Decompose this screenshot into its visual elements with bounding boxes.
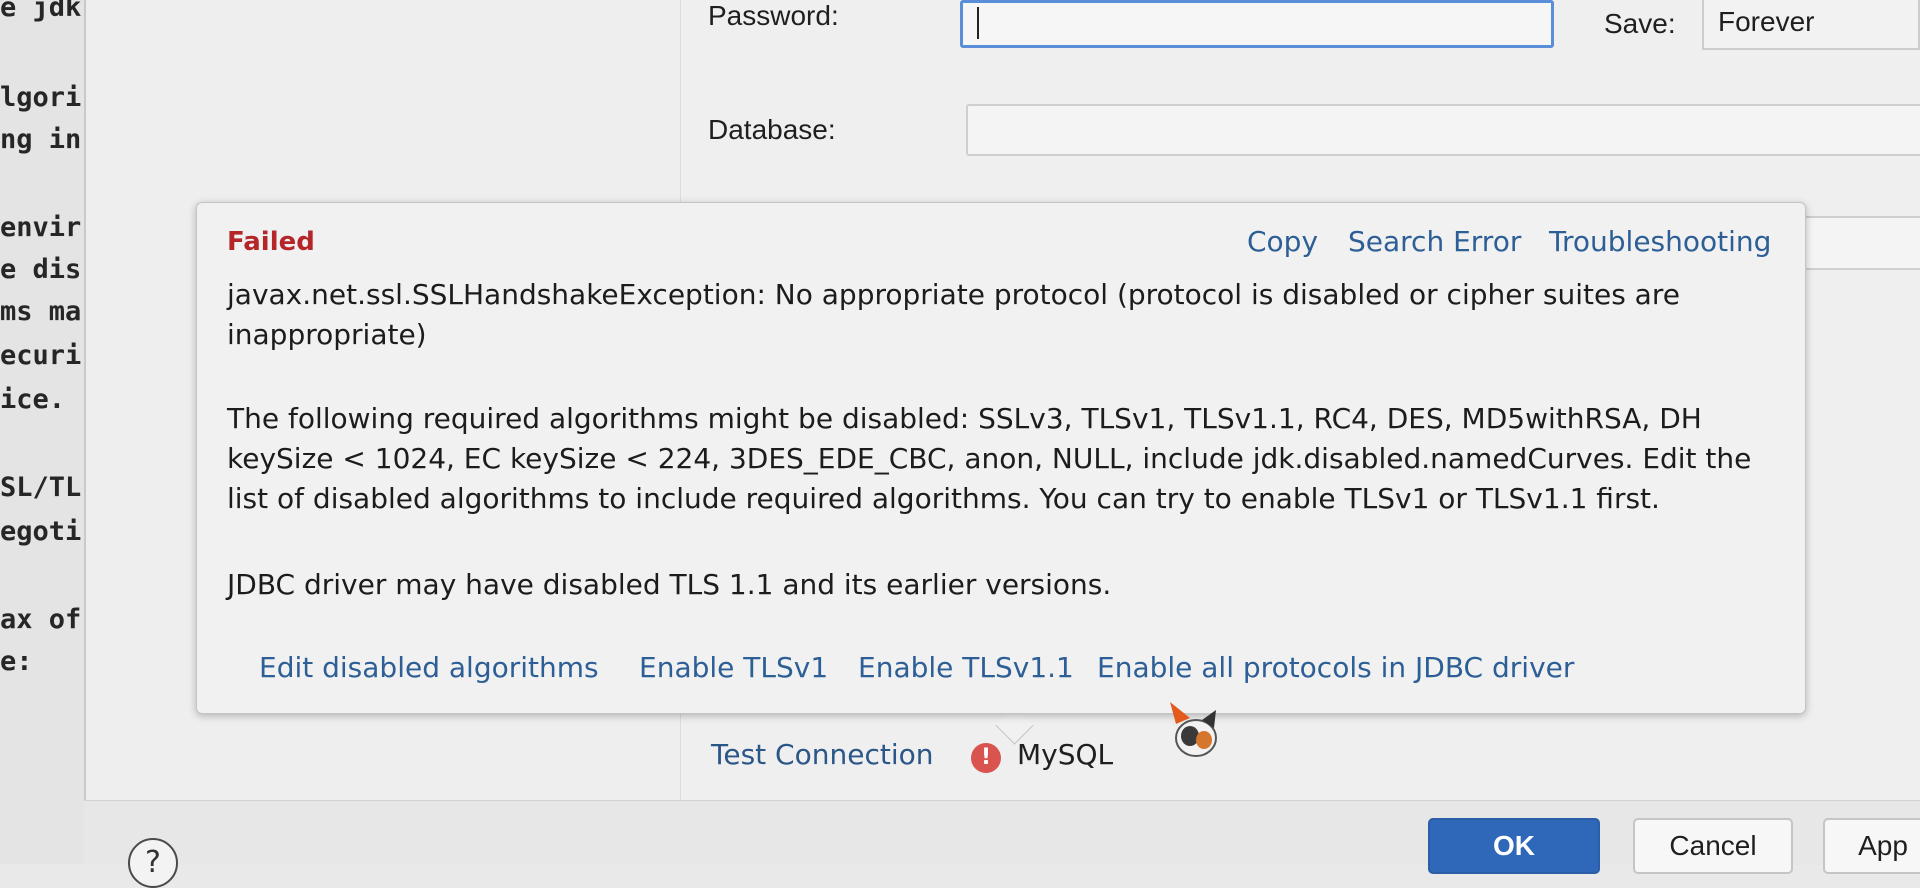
code-line: e jdk (0, 0, 82, 23)
troubleshooting-link[interactable]: Troubleshooting (1549, 225, 1771, 258)
edit-disabled-algorithms-link[interactable]: Edit disabled algorithms (259, 651, 599, 684)
copy-link[interactable]: Copy (1247, 225, 1318, 258)
error-popup: Failed Copy Search Error Troubleshooting… (196, 202, 1806, 714)
url-field[interactable] (1790, 216, 1920, 270)
failed-title: Failed (227, 227, 315, 257)
apply-button[interactable]: App (1823, 818, 1920, 874)
code-line: ng in (0, 124, 82, 155)
error-icon: ! (971, 743, 1001, 773)
exception-message: javax.net.ssl.SSLHandshakeException: No … (227, 278, 1680, 351)
cat-cursor-icon (1170, 702, 1217, 757)
code-line: egoti (0, 516, 82, 547)
code-line: lgori (0, 82, 82, 113)
cancel-button[interactable]: Cancel (1633, 818, 1793, 874)
database-field[interactable] (966, 104, 1920, 156)
driver-label: MySQL (1017, 738, 1114, 771)
ok-button[interactable]: OK (1428, 818, 1600, 874)
password-field[interactable] (960, 0, 1554, 48)
text-caret (977, 7, 979, 39)
code-line: ax of (0, 604, 82, 635)
test-connection-link[interactable]: Test Connection (711, 738, 933, 771)
algorithms-message: The following required algorithms might … (227, 402, 1752, 515)
database-label: Database: (708, 114, 836, 145)
search-error-link[interactable]: Search Error (1348, 225, 1521, 258)
code-editor-strip: e jdk lgori ng in envir e dis ms ma ecur… (0, 0, 86, 864)
code-line: ms ma (0, 296, 82, 327)
save-label: Save: (1604, 8, 1676, 39)
help-button[interactable]: ? (128, 838, 178, 888)
code-line: e: (0, 646, 33, 677)
code-line: ecuri (0, 340, 82, 371)
code-line: ice. (0, 384, 66, 415)
save-select[interactable]: Forever (1702, 0, 1920, 50)
enable-tlsv11-link[interactable]: Enable TLSv1.1 (858, 651, 1074, 684)
code-line: SL/TL (0, 472, 82, 503)
password-label: Password: (708, 0, 839, 31)
driver-message: JDBC driver may have disabled TLS 1.1 an… (227, 568, 1112, 601)
code-line: e dis (0, 254, 82, 285)
code-line: envir (0, 212, 82, 243)
enable-all-protocols-link[interactable]: Enable all protocols in JDBC driver (1097, 651, 1574, 684)
enable-tlsv1-link[interactable]: Enable TLSv1 (639, 651, 828, 684)
